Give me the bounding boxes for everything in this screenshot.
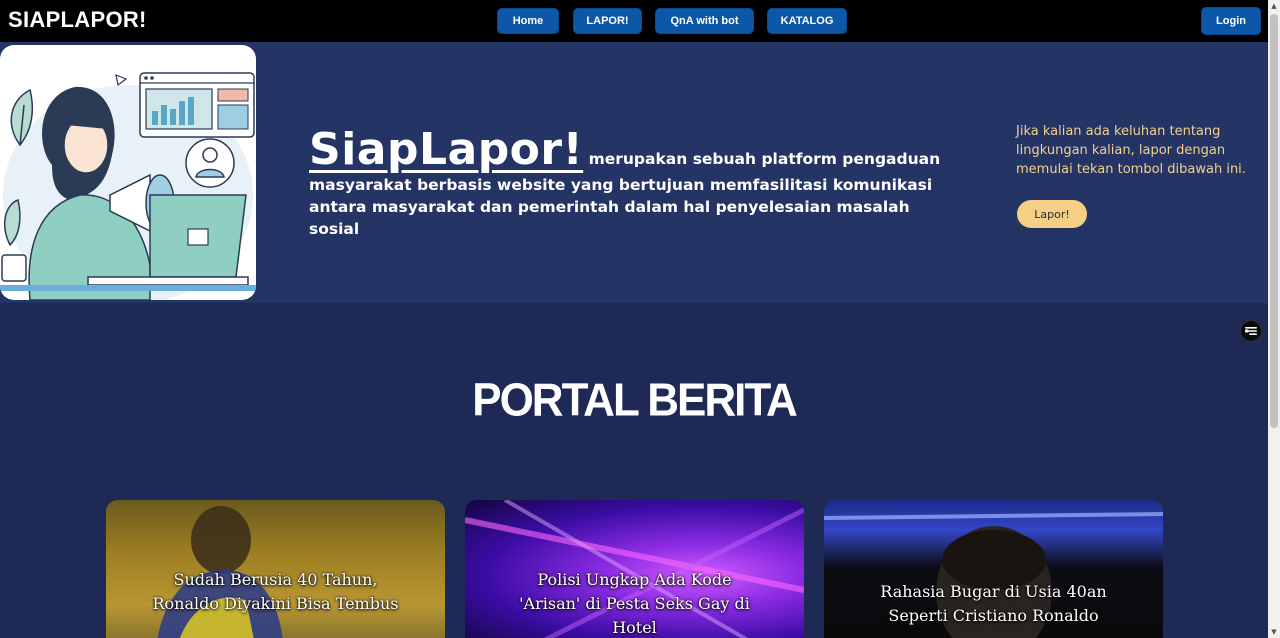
news-card-title: Polisi Ungkap Ada Kode 'Arisan' di Pesta… xyxy=(519,570,750,637)
scrollbar-thumb[interactable] xyxy=(1270,14,1278,428)
news-card-title: Rahasia Bugar di Usia 40an Seperti Crist… xyxy=(880,582,1107,625)
news-card-title: Sudah Berusia 40 Tahun, Ronaldo Diyakini… xyxy=(152,570,399,613)
news-card[interactable]: Polisi Ungkap Ada Kode 'Arisan' di Pesta… xyxy=(465,500,804,638)
news-card[interactable]: Sudah Berusia 40 Tahun, Ronaldo Diyakini… xyxy=(106,500,445,638)
brand-logo[interactable]: SIAPLAPOR! xyxy=(8,7,147,33)
hero-illustration xyxy=(0,45,256,300)
nav-lapor-button[interactable]: LAPOR! xyxy=(573,8,642,34)
login-button[interactable]: Login xyxy=(1201,7,1261,35)
scroll-up-icon[interactable]: ▲ xyxy=(1270,2,1278,10)
nav-katalog-button[interactable]: KATALOG xyxy=(767,8,847,34)
page-scrollbar[interactable]: ▲ ▼ xyxy=(1268,0,1280,638)
nav-home-button[interactable]: Home xyxy=(497,8,559,34)
scroll-down-icon[interactable]: ▼ xyxy=(1270,628,1278,636)
hero-side-text: Jika kalian ada keluhan tentang lingkung… xyxy=(1016,124,1246,177)
woman-megaphone-illustration xyxy=(0,72,256,300)
hero-title: SiapLapor! xyxy=(309,124,584,175)
menu-lines-icon xyxy=(1245,327,1257,335)
hero-description-block: SiapLapor! merupakan sebuah platform pen… xyxy=(309,126,949,240)
news-card[interactable]: Rahasia Bugar di Usia 40an Seperti Crist… xyxy=(824,500,1163,638)
portal-berita-title: PORTAL BERITA xyxy=(472,374,798,427)
navbar: SIAPLAPOR! Home LAPOR! QnA with bot KATA… xyxy=(0,0,1268,42)
nav-qna-button[interactable]: QnA with bot xyxy=(655,8,754,34)
chat-toggle-icon[interactable] xyxy=(1240,320,1262,342)
hero-section: SiapLapor! merupakan sebuah platform pen… xyxy=(0,42,1268,303)
lapor-cta-button[interactable]: Lapor! xyxy=(1017,200,1087,228)
